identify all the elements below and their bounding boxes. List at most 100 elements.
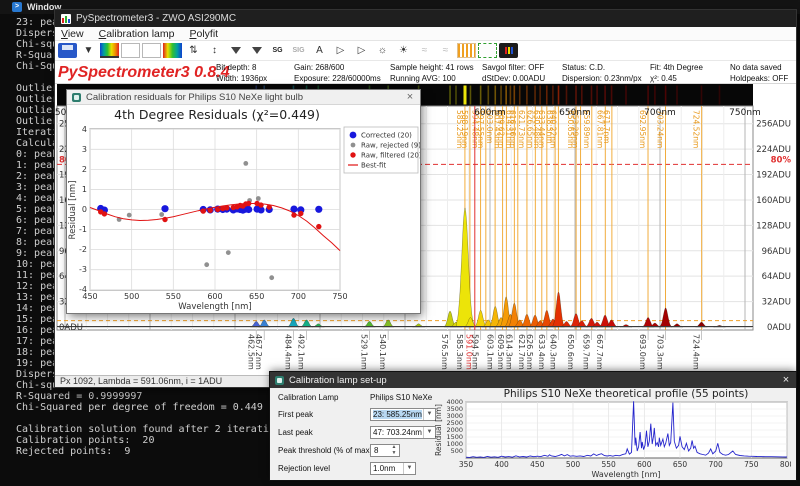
toolbar: ▼⇅↕SGSIGA▷▷☼☀≈≈ [55, 41, 796, 60]
terminal-line: Rejected points: 9 [16, 446, 287, 457]
spectrum-overlay-icon[interactable] [100, 43, 119, 58]
svg-text:659.7nm: 659.7nm [581, 334, 590, 370]
svg-text:256ADU: 256ADU [756, 120, 791, 130]
svg-text:192ADU: 192ADU [756, 171, 791, 181]
sample-height-icon[interactable]: ↕ [205, 43, 224, 58]
calibration-lamp-value: Philips S10 NeXe [370, 393, 432, 402]
svg-text:Philips S10 NeXe theoretical p: Philips S10 NeXe theoretical profile (55… [504, 388, 749, 400]
svg-text:-1: -1 [79, 225, 87, 234]
dialog-icon [72, 93, 81, 102]
terminal-line: Chi-Squared per degree of freedom = 0.44… [16, 402, 287, 413]
svg-text:3: 3 [82, 145, 87, 154]
curve-fit-icon[interactable]: ≈ [415, 43, 434, 58]
svg-text:224ADU: 224ADU [756, 145, 791, 155]
svg-text:540.1nm: 540.1nm [378, 334, 387, 370]
svg-text:500: 500 [566, 460, 581, 469]
peak-label-icon[interactable] [226, 43, 245, 58]
save-icon[interactable] [58, 43, 77, 58]
svg-text:400: 400 [495, 460, 510, 469]
svg-text:800: 800 [780, 460, 791, 469]
show-rgb-icon[interactable] [163, 43, 182, 58]
residuals-dialog-title-bar[interactable]: Calibration residuals for Philips S10 Ne… [67, 90, 420, 105]
lamp-dialog-title: Calibration lamp set-up [289, 375, 778, 386]
calibration-residuals-dialog: Calibration residuals for Philips S10 Ne… [67, 90, 420, 313]
monitor-icon[interactable] [499, 43, 518, 58]
svg-text:640.22nm: 640.22nm [548, 110, 557, 148]
svg-text:350: 350 [459, 460, 474, 469]
svg-text:500: 500 [124, 292, 139, 301]
info-column: No data savedHoldpeaks: OFF [730, 61, 800, 83]
peak-threshold-spinner[interactable]: 8 ▲▼ [370, 444, 400, 457]
capture-icon[interactable]: ▼ [79, 43, 98, 58]
svg-text:626.5nm: 626.5nm [525, 334, 534, 370]
flip-vertical-icon[interactable]: ⇅ [184, 43, 203, 58]
svg-text:Wavelength [nm]: Wavelength [nm] [178, 302, 251, 312]
screen: > Window 23: peakDispersiChi-squaR-Squar… [0, 0, 800, 486]
menu-item-view[interactable]: View [61, 28, 84, 40]
peak-label2-icon[interactable] [247, 43, 266, 58]
svg-text:500: 500 [451, 447, 463, 455]
terminal-line: Calibration points: 20 [16, 435, 287, 446]
close-icon[interactable]: × [778, 374, 794, 386]
svg-text:32ADU: 32ADU [762, 298, 791, 308]
svg-text:80%: 80% [771, 155, 792, 165]
svg-text:600: 600 [637, 460, 652, 469]
svg-text:750: 750 [332, 292, 347, 301]
svg-text:750nm: 750nm [729, 108, 761, 118]
svg-text:Corrected (20): Corrected (20) [361, 132, 412, 140]
svg-text:633.44nm: 633.44nm [537, 110, 546, 148]
curve-fit2-icon[interactable]: ≈ [436, 43, 455, 58]
calibration-lamp-setup-dialog: Calibration lamp set-up × Calibration La… [270, 372, 796, 480]
clear-frame-icon[interactable] [121, 43, 140, 58]
svg-text:671.7nm: 671.7nm [602, 110, 611, 144]
svg-text:600: 600 [207, 292, 222, 301]
svg-text:600nm: 600nm [474, 108, 506, 118]
svg-text:0ADU: 0ADU [59, 323, 83, 333]
run-once-icon[interactable]: ▷ [352, 43, 371, 58]
svg-text:576.5nm: 576.5nm [440, 334, 449, 370]
svg-text:492.1nm: 492.1nm [297, 334, 306, 370]
reference-bars-icon[interactable] [457, 43, 476, 58]
svg-text:700nm: 700nm [644, 108, 676, 118]
svg-text:462.5nm: 462.5nm [246, 334, 255, 370]
rejection-level-value: 1.0nm [373, 464, 395, 473]
svg-text:700: 700 [709, 460, 724, 469]
svg-text:1: 1 [82, 185, 87, 194]
info-column: Savgol filter: OFFdStDev: 0.00ADU [482, 61, 562, 83]
main-title-bar[interactable]: PySpectrometer3 - ZWO ASI290MC [55, 10, 796, 27]
close-icon[interactable]: × [402, 91, 418, 103]
peak-threshold-value: 8 [374, 446, 378, 455]
autoscale-icon[interactable]: A [310, 43, 329, 58]
rejection-level-combobox[interactable]: 1.0nm ▼ [370, 462, 416, 475]
svg-text:Residual [nm]: Residual [nm] [434, 404, 443, 456]
svg-text:-3: -3 [79, 265, 87, 274]
info-column: Gain: 268/600Exposure: 228/60000ms [294, 61, 390, 83]
svg-text:693.0nm: 693.0nm [638, 334, 647, 370]
roi-frame-icon[interactable] [478, 43, 497, 58]
brightness-down-icon[interactable]: ☀ [394, 43, 413, 58]
run-icon[interactable]: ▷ [331, 43, 350, 58]
svg-text:-2: -2 [79, 245, 87, 254]
svg-text:550: 550 [166, 292, 181, 301]
sigma-filter-icon[interactable]: SIG [289, 43, 308, 58]
svg-text:621.7nm: 621.7nm [517, 334, 526, 370]
menu-item-polyfit[interactable]: Polyfit [189, 28, 218, 40]
savgol-filter-icon[interactable]: SG [268, 43, 287, 58]
info-column: Bit depth: 8Width: 1936px [216, 61, 294, 83]
svg-text:724.4nm: 724.4nm [691, 334, 700, 370]
svg-text:Raw, filtered (20): Raw, filtered (20) [361, 152, 420, 160]
peak-threshold-label: Peak threshold (% of max) [278, 446, 372, 460]
menu-item-calibration-lamp[interactable]: Calibration lamp [99, 28, 175, 40]
spinner-arrows-icon[interactable]: ▲▼ [389, 444, 399, 457]
chevron-down-icon[interactable]: ▼ [403, 463, 415, 474]
freeze-frame-icon[interactable] [142, 43, 161, 58]
info-column: Fit: 4th Degreeχ²: 0.45 [650, 61, 730, 83]
menu-bar: View Calibration lamp Polyfit [55, 27, 796, 41]
svg-text:621.73nm: 621.73nm [517, 110, 526, 148]
brightness-up-icon[interactable]: ☼ [373, 43, 392, 58]
svg-text:650: 650 [673, 460, 688, 469]
svg-text:700: 700 [291, 292, 306, 301]
lamp-dialog-title-bar[interactable]: Calibration lamp set-up × [270, 372, 796, 388]
terminal-app-icon[interactable]: > [12, 2, 22, 12]
svg-text:4: 4 [82, 125, 87, 134]
